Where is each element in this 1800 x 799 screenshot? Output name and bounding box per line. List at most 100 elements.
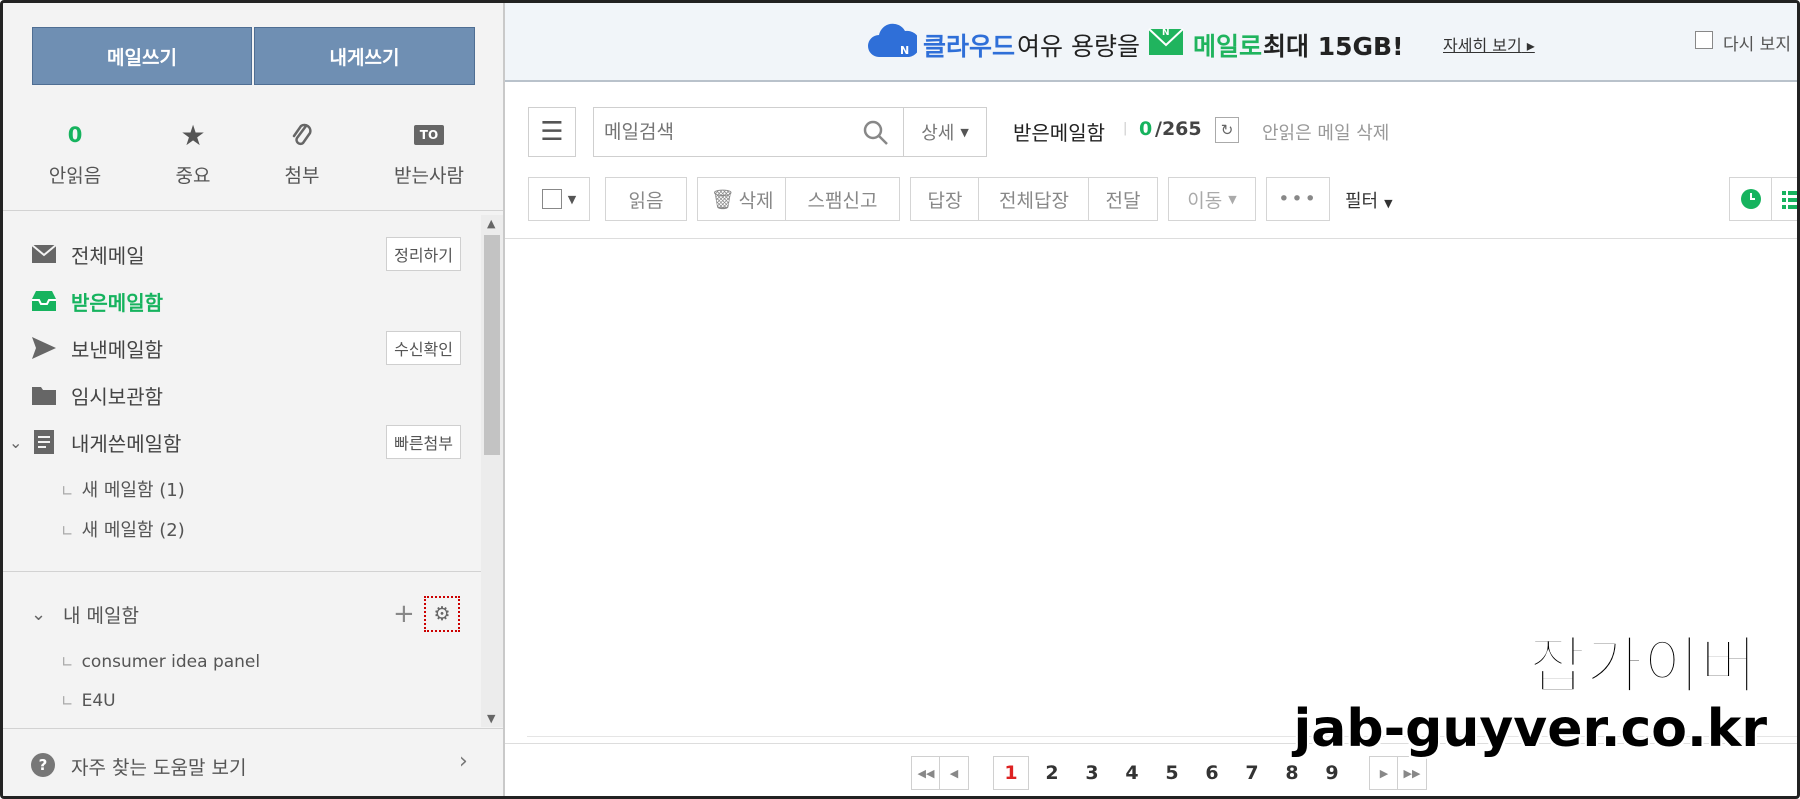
quick-unread-label: 안읽음 — [48, 165, 102, 187]
help-label: 자주 찾는 도움말 보기 — [71, 757, 247, 779]
subfolder-1[interactable]: ∟ 새 메일함 (1) — [3, 469, 481, 509]
folder-list: 전체메일 정리하기 받은메일함 보낸메일함 수신확인 임시보관함 ⌄ 내게쓴메일… — [3, 213, 481, 568]
folder-self-label: 내게쓴메일함 — [71, 431, 182, 456]
folder-inbox[interactable]: 받은메일함 — [3, 281, 481, 321]
banner-capacity-text: 여유 용량을 — [1017, 32, 1140, 61]
envelope-icon — [31, 241, 57, 267]
page-link[interactable]: 9 — [1319, 762, 1345, 784]
reply-all-button[interactable]: 전체답장 — [978, 177, 1090, 221]
gear-icon[interactable]: ⚙ — [424, 596, 460, 632]
quick-attachment[interactable]: 첨부 — [252, 115, 352, 188]
folder-drafts-label: 임시보관함 — [71, 384, 163, 409]
quick-to-me[interactable]: TO 받는사람 — [379, 115, 479, 188]
detail-search-button[interactable]: 상세 ▼ — [903, 107, 987, 157]
subfolder-2[interactable]: ∟ 새 메일함 (2) — [3, 509, 481, 549]
star-icon: ★ — [180, 118, 206, 152]
list-view-button[interactable] — [1771, 177, 1797, 221]
folder-self[interactable]: ⌄ 내게쓴메일함 빠른첨부 — [3, 422, 481, 462]
page-link[interactable]: 4 — [1119, 762, 1145, 784]
select-all-dropdown[interactable]: ▼ — [528, 177, 590, 221]
svg-text:N: N — [900, 44, 909, 57]
quick-filters: 0 안읽음 ★ 중요 첨부 TO 받는사람 — [3, 103, 503, 211]
page-link[interactable]: 3 — [1079, 762, 1105, 784]
quick-important[interactable]: ★ 중요 — [143, 115, 243, 188]
select-all-checkbox[interactable] — [541, 189, 562, 209]
divider: | — [1123, 121, 1128, 136]
banner-mail-text: 메일로 — [1193, 32, 1263, 61]
banner-cloud-text: 클라우드 — [923, 32, 1016, 61]
sidebar: 메일쓰기 내게쓰기 0 안읽음 ★ 중요 첨부 TO 받는사람 전체메일 정리하… — [3, 3, 505, 796]
subfolder-1-label: 새 메일함 (1) — [81, 480, 185, 501]
document-icon — [31, 429, 57, 455]
scroll-down-icon[interactable]: ▼ — [487, 712, 495, 725]
folder-icon — [31, 382, 57, 408]
dont-show-label: 다시 보지 않 — [1723, 35, 1797, 55]
send-icon — [31, 335, 57, 361]
filter-dropdown[interactable]: 필터 ▼ — [1345, 187, 1393, 213]
quick-unread[interactable]: 0 안읽음 — [25, 115, 125, 188]
delete-button[interactable]: 🗑 삭제 — [697, 177, 787, 221]
scrollbar-thumb[interactable] — [484, 235, 500, 455]
folder-all-label: 전체메일 — [71, 243, 145, 268]
page-link[interactable]: 7 — [1239, 762, 1265, 784]
delete-unread-link[interactable]: 안읽은 메일 삭제 — [1262, 119, 1389, 145]
unread-count: 0 — [67, 123, 83, 147]
clock-icon — [1741, 189, 1761, 209]
page-link[interactable]: 8 — [1279, 762, 1305, 784]
page-current[interactable]: 1 — [993, 756, 1029, 790]
read-receipt-button[interactable]: 수신확인 — [386, 331, 461, 365]
list-divider — [505, 238, 1797, 239]
move-dropdown[interactable]: 이동 ▼ — [1168, 177, 1256, 221]
search-box — [593, 107, 905, 157]
unread-count: 0 — [1139, 118, 1153, 140]
write-self-button[interactable]: 내게쓰기 — [254, 27, 475, 85]
last-page-icon[interactable]: ▶▶ — [1397, 756, 1427, 790]
chevron-right-icon: › — [459, 749, 468, 774]
quick-attach-button[interactable]: 빠른첨부 — [386, 425, 461, 459]
add-icon[interactable]: + — [393, 599, 415, 629]
write-mail-button[interactable]: 메일쓰기 — [32, 27, 252, 85]
promo-banner[interactable]: N 클라우드 여유 용량을 N 메일로 최대 15GB! 자세히 보기 ▸ 다시… — [505, 3, 1797, 82]
prev-page-icon[interactable]: ◀ — [939, 756, 969, 790]
my-mailbox-item[interactable]: ∟ E4U — [3, 681, 481, 721]
watermark-url: jab-guyver.co.kr — [1293, 699, 1767, 759]
chevron-down-icon: ▼ — [567, 192, 577, 206]
folder-sent-label: 보낸메일함 — [71, 337, 163, 362]
menu-icon[interactable]: ☰ — [528, 107, 576, 157]
help-link[interactable]: ? 자주 찾는 도움말 보기 › — [3, 728, 503, 796]
page-link[interactable]: 2 — [1039, 762, 1065, 784]
my-mailbox-title: 내 메일함 — [63, 604, 139, 627]
folder-drafts[interactable]: 임시보관함 — [3, 375, 481, 415]
more-button[interactable]: ••• — [1266, 177, 1330, 221]
time-view-button[interactable] — [1729, 177, 1773, 221]
first-page-icon[interactable]: ◀◀ — [911, 756, 941, 790]
list-icon — [1782, 191, 1797, 209]
page-link[interactable]: 5 — [1159, 762, 1185, 784]
folder-all-mail[interactable]: 전체메일 정리하기 — [3, 234, 481, 274]
search-icon[interactable] — [862, 119, 890, 147]
my-mailbox-section: ⌄ 내 메일함 + ⚙ ∟ consumer idea panel ∟ E4U — [3, 571, 481, 726]
organize-button[interactable]: 정리하기 — [386, 237, 461, 271]
chevron-down-icon[interactable]: ⌄ — [31, 604, 46, 625]
watermark-title: 잡가이버 — [1528, 628, 1758, 703]
mail-app-window: 메일쓰기 내게쓰기 0 안읽음 ★ 중요 첨부 TO 받는사람 전체메일 정리하… — [0, 0, 1800, 799]
banner-max-text: 최대 15GB! — [1263, 32, 1404, 61]
help-icon: ? — [31, 753, 55, 777]
my-mailbox-header[interactable]: ⌄ 내 메일함 + ⚙ — [3, 594, 481, 634]
refresh-icon[interactable]: ↻ — [1215, 117, 1239, 143]
reply-button[interactable]: 답장 — [910, 177, 980, 221]
folder-sent[interactable]: 보낸메일함 수신확인 — [3, 328, 481, 368]
page-link[interactable]: 6 — [1199, 762, 1225, 784]
forward-button[interactable]: 전달 — [1088, 177, 1158, 221]
my-mailbox-item-label: E4U — [81, 691, 116, 711]
scroll-up-icon[interactable]: ▲ — [487, 217, 495, 230]
banner-details-link[interactable]: 자세히 보기 ▸ — [1443, 32, 1535, 56]
my-mailbox-item[interactable]: ∟ consumer idea panel — [3, 642, 481, 682]
dont-show-checkbox[interactable] — [1695, 31, 1713, 49]
next-page-icon[interactable]: ▶ — [1369, 756, 1399, 790]
search-input[interactable] — [604, 116, 844, 148]
mark-read-button[interactable]: 읽음 — [605, 177, 687, 221]
chevron-down-icon[interactable]: ⌄ — [9, 433, 22, 452]
sidebar-scrollbar[interactable]: ▲ ▼ — [481, 215, 503, 727]
spam-button[interactable]: 스팸신고 — [785, 177, 900, 221]
